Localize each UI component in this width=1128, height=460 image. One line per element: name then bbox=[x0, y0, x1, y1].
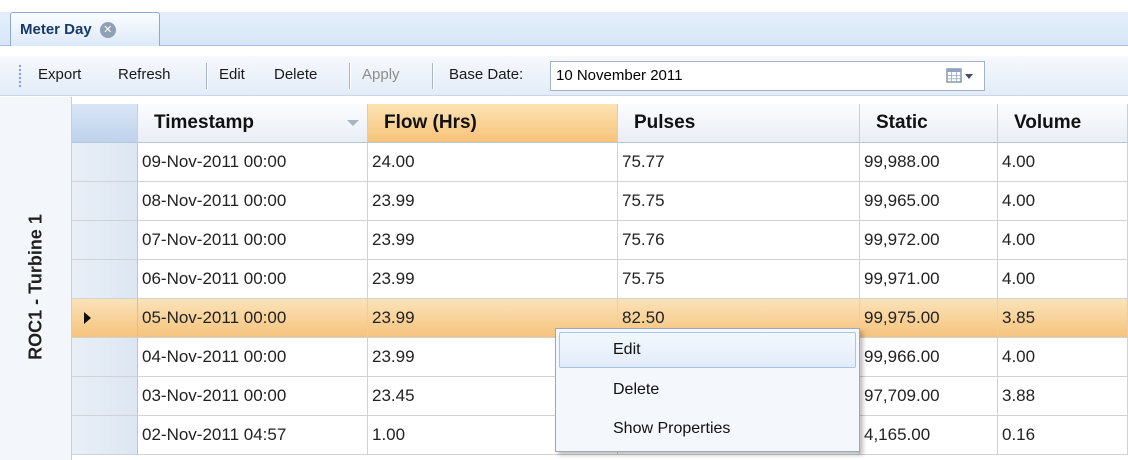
calendar-icon[interactable] bbox=[946, 67, 976, 85]
column-header-label: Volume bbox=[1014, 112, 1082, 133]
column-header-pulses[interactable]: Pulses bbox=[618, 104, 860, 143]
cell-volume[interactable]: 3.85 bbox=[998, 299, 1128, 338]
apply-button[interactable]: Apply bbox=[362, 66, 400, 83]
cell-static[interactable]: 97,709.00 bbox=[860, 377, 998, 416]
current-row-pointer-icon bbox=[84, 312, 91, 324]
row-header[interactable] bbox=[72, 416, 138, 455]
base-date-label: Base Date: bbox=[449, 66, 524, 83]
column-header-label: Static bbox=[876, 112, 928, 133]
base-date-input[interactable]: 10 November 2011 bbox=[550, 61, 985, 91]
cell-static[interactable]: 99,966.00 bbox=[860, 338, 998, 377]
cell-volume[interactable]: 3.88 bbox=[998, 377, 1128, 416]
cell-flow[interactable]: 24.00 bbox=[368, 143, 618, 182]
row-header[interactable] bbox=[72, 182, 138, 221]
grid-header-row: Timestamp Flow (Hrs) Pulses Static Volum… bbox=[72, 104, 1128, 143]
context-menu: Edit Delete Show Properties bbox=[555, 328, 860, 452]
refresh-button[interactable]: Refresh bbox=[118, 66, 171, 83]
delete-button[interactable]: Delete bbox=[274, 66, 317, 83]
row-header[interactable] bbox=[72, 377, 138, 416]
group-side-panel: ROC1 - Turbine 1 bbox=[0, 97, 72, 460]
cell-volume[interactable]: 4.00 bbox=[998, 338, 1128, 377]
table-row[interactable]: 09-Nov-2011 00:00 24.00 75.77 99,988.00 … bbox=[72, 143, 1128, 182]
cell-timestamp[interactable]: 03-Nov-2011 00:00 bbox=[138, 377, 368, 416]
column-header-label: Pulses bbox=[634, 112, 696, 133]
cell-static[interactable]: 99,975.00 bbox=[860, 299, 998, 338]
base-date-value: 10 November 2011 bbox=[556, 67, 683, 84]
row-header[interactable] bbox=[72, 299, 138, 338]
toolbar-grip[interactable] bbox=[18, 64, 22, 88]
cell-static[interactable]: 99,972.00 bbox=[860, 221, 998, 260]
cell-flow[interactable]: 23.99 bbox=[368, 182, 618, 221]
column-header-label: Flow (Hrs) bbox=[384, 112, 477, 133]
toolbar: Export Refresh Edit Delete Apply Base Da… bbox=[0, 56, 1128, 96]
column-header-flow[interactable]: Flow (Hrs) bbox=[368, 104, 618, 143]
cell-volume[interactable]: 4.00 bbox=[998, 143, 1128, 182]
toolbar-separator bbox=[349, 63, 350, 89]
cell-timestamp[interactable]: 06-Nov-2011 00:00 bbox=[138, 260, 368, 299]
cell-static[interactable]: 4,165.00 bbox=[860, 416, 998, 455]
cell-static[interactable]: 99,965.00 bbox=[860, 182, 998, 221]
cell-pulses[interactable]: 75.77 bbox=[618, 143, 860, 182]
row-header[interactable] bbox=[72, 338, 138, 377]
cell-volume[interactable]: 4.00 bbox=[998, 260, 1128, 299]
column-header-static[interactable]: Static bbox=[860, 104, 998, 143]
cell-pulses[interactable]: 75.75 bbox=[618, 260, 860, 299]
toolbar-separator bbox=[432, 63, 433, 89]
row-header[interactable] bbox=[72, 221, 138, 260]
tab-meter-day[interactable]: Meter Day ✕ bbox=[10, 12, 160, 46]
tab-strip: Meter Day ✕ bbox=[0, 0, 1128, 46]
column-header-label: Timestamp bbox=[154, 112, 254, 133]
context-menu-show-properties[interactable]: Show Properties bbox=[559, 411, 856, 447]
row-header[interactable] bbox=[72, 143, 138, 182]
cell-timestamp[interactable]: 09-Nov-2011 00:00 bbox=[138, 143, 368, 182]
row-header[interactable] bbox=[72, 260, 138, 299]
column-header-volume[interactable]: Volume bbox=[998, 104, 1128, 143]
cell-timestamp[interactable]: 05-Nov-2011 00:00 bbox=[138, 299, 368, 338]
grid-corner[interactable] bbox=[72, 104, 138, 143]
table-row[interactable]: 06-Nov-2011 00:00 23.99 75.75 99,971.00 … bbox=[72, 260, 1128, 299]
tab-title: Meter Day bbox=[20, 21, 92, 38]
group-label: ROC1 - Turbine 1 bbox=[25, 214, 46, 360]
cell-static[interactable]: 99,971.00 bbox=[860, 260, 998, 299]
cell-timestamp[interactable]: 07-Nov-2011 00:00 bbox=[138, 221, 368, 260]
cell-volume[interactable]: 4.00 bbox=[998, 221, 1128, 260]
context-menu-edit[interactable]: Edit bbox=[559, 332, 856, 368]
cell-volume[interactable]: 0.16 bbox=[998, 416, 1128, 455]
cell-flow[interactable]: 23.99 bbox=[368, 221, 618, 260]
edit-button[interactable]: Edit bbox=[219, 66, 245, 83]
cell-pulses[interactable]: 75.75 bbox=[618, 182, 860, 221]
cell-flow[interactable]: 23.99 bbox=[368, 260, 618, 299]
cell-timestamp[interactable]: 02-Nov-2011 04:57 bbox=[138, 416, 368, 455]
cell-timestamp[interactable]: 04-Nov-2011 00:00 bbox=[138, 338, 368, 377]
column-header-timestamp[interactable]: Timestamp bbox=[138, 104, 368, 143]
table-row[interactable]: 07-Nov-2011 00:00 23.99 75.76 99,972.00 … bbox=[72, 221, 1128, 260]
cell-pulses[interactable]: 75.76 bbox=[618, 221, 860, 260]
table-row[interactable]: 08-Nov-2011 00:00 23.99 75.75 99,965.00 … bbox=[72, 182, 1128, 221]
toolbar-separator bbox=[206, 63, 207, 89]
filter-dropdown-icon[interactable] bbox=[347, 120, 359, 126]
cell-static[interactable]: 99,988.00 bbox=[860, 143, 998, 182]
cell-volume[interactable]: 4.00 bbox=[998, 182, 1128, 221]
export-button[interactable]: Export bbox=[38, 66, 81, 83]
cell-timestamp[interactable]: 08-Nov-2011 00:00 bbox=[138, 182, 368, 221]
close-icon[interactable]: ✕ bbox=[99, 21, 116, 38]
context-menu-delete[interactable]: Delete bbox=[559, 372, 856, 408]
